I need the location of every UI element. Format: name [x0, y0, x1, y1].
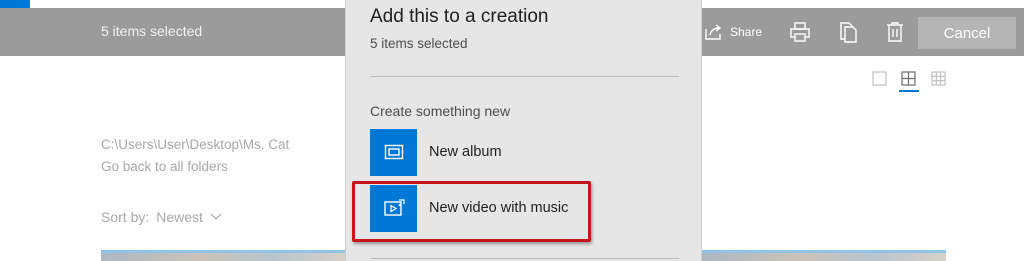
- grid-small-icon[interactable]: [930, 70, 948, 88]
- new-video-with-music-option[interactable]: New video with music: [370, 184, 679, 232]
- selected-count: 5 items selected: [101, 23, 203, 39]
- new-album-label: New album: [429, 144, 502, 160]
- new-album-option[interactable]: New album: [370, 128, 679, 176]
- sort-label: Sort by:: [101, 209, 150, 225]
- single-view-icon[interactable]: [871, 70, 889, 88]
- add-to-creation-flyout: Add this to a creation 5 items selected …: [345, 0, 702, 261]
- accent-tab: [0, 0, 30, 8]
- photo-thumbnail[interactable]: [101, 250, 345, 261]
- divider: [370, 258, 679, 259]
- share-icon: [705, 24, 722, 40]
- album-tile: [370, 128, 417, 176]
- flyout-title: Add this to a creation: [370, 6, 549, 27]
- folder-path: C:\Users\User\Desktop\Ms. Cat: [101, 137, 290, 152]
- sort-value: Newest: [156, 209, 203, 225]
- new-video-label: New video with music: [429, 200, 569, 216]
- photo-thumbnail[interactable]: [702, 250, 946, 261]
- video-music-icon: [383, 199, 405, 216]
- share-button[interactable]: Share: [704, 21, 762, 43]
- album-icon: [384, 144, 403, 160]
- divider: [370, 76, 679, 77]
- section-heading: Create something new: [370, 103, 511, 119]
- delete-icon[interactable]: [883, 20, 907, 44]
- print-icon[interactable]: [788, 20, 812, 44]
- view-selected-indicator: [899, 90, 919, 92]
- share-label: Share: [730, 25, 763, 39]
- copy-icon[interactable]: [836, 20, 860, 44]
- chevron-down-icon: [210, 213, 222, 220]
- grid-medium-icon[interactable]: [900, 70, 918, 88]
- cancel-button[interactable]: Cancel: [918, 17, 1016, 49]
- flyout-subtitle: 5 items selected: [370, 36, 468, 51]
- back-to-folders-link[interactable]: Go back to all folders: [101, 159, 228, 174]
- sort-dropdown[interactable]: Sort by: Newest: [101, 209, 222, 225]
- video-tile: [370, 184, 417, 232]
